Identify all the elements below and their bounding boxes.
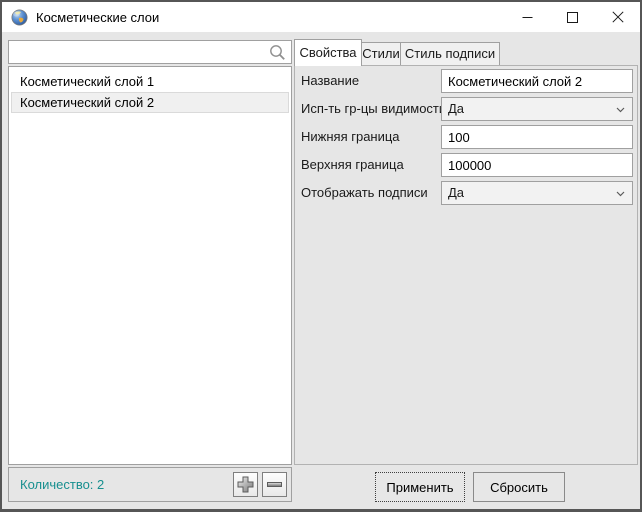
remove-layer-button[interactable] bbox=[262, 472, 287, 497]
show-labels-value: Да bbox=[448, 185, 464, 200]
dialog-window: Косметические слои bbox=[0, 0, 642, 512]
show-labels-label: Отображать подписи bbox=[301, 181, 428, 205]
use-visibility-bounds-select[interactable]: Да bbox=[441, 97, 633, 121]
add-layer-button[interactable] bbox=[233, 472, 258, 497]
name-label: Название bbox=[301, 69, 359, 93]
globe-icon bbox=[11, 9, 28, 26]
close-icon bbox=[612, 11, 624, 23]
close-button[interactable] bbox=[595, 2, 640, 32]
upper-bound-label: Верхняя граница bbox=[301, 153, 404, 177]
list-item-selected[interactable]: Косметический слой 2 bbox=[11, 92, 289, 113]
tab-properties[interactable]: Свойства bbox=[294, 39, 362, 66]
reset-button[interactable]: Сбросить bbox=[473, 472, 565, 502]
window-controls bbox=[505, 2, 640, 32]
search-input[interactable] bbox=[9, 41, 269, 63]
minus-icon bbox=[265, 475, 284, 494]
minimize-icon bbox=[522, 12, 533, 23]
upper-bound-field[interactable] bbox=[441, 153, 633, 177]
chevron-down-icon bbox=[616, 191, 625, 197]
form-row-name: Название bbox=[301, 69, 633, 93]
chevron-down-icon bbox=[616, 107, 625, 113]
list-footer-bar: Количество: 2 bbox=[8, 467, 292, 502]
count-label: Количество: 2 bbox=[20, 477, 104, 492]
show-labels-select[interactable]: Да bbox=[441, 181, 633, 205]
window-title: Косметические слои bbox=[36, 10, 159, 25]
form-row-use-visibility-bounds: Исп-ть гр-цы видимости Да bbox=[301, 97, 633, 121]
maximize-button[interactable] bbox=[550, 2, 595, 32]
tab-label-style[interactable]: Стиль подписи bbox=[400, 42, 500, 66]
lower-bound-label: Нижняя граница bbox=[301, 125, 400, 149]
list-item[interactable]: Косметический слой 1 bbox=[11, 71, 289, 92]
apply-button[interactable]: Применить bbox=[375, 472, 465, 502]
form-row-upper-bound: Верхняя граница bbox=[301, 153, 633, 177]
layer-search-box bbox=[8, 40, 292, 64]
layers-list: Косметический слой 1 Косметический слой … bbox=[8, 66, 292, 465]
minimize-button[interactable] bbox=[505, 2, 550, 32]
use-visibility-bounds-value: Да bbox=[448, 101, 464, 116]
properties-tab-page: Название Исп-ть гр-цы видимости Да Нижня… bbox=[294, 65, 638, 465]
form-row-lower-bound: Нижняя граница bbox=[301, 125, 633, 149]
magnifier-icon bbox=[269, 44, 286, 61]
form-row-show-labels: Отображать подписи Да bbox=[301, 181, 633, 205]
tab-styles[interactable]: Стили bbox=[361, 42, 401, 66]
lower-bound-field[interactable] bbox=[441, 125, 633, 149]
maximize-icon bbox=[567, 12, 578, 23]
name-field[interactable] bbox=[441, 69, 633, 93]
plus-icon bbox=[236, 475, 255, 494]
use-visibility-bounds-label: Исп-ть гр-цы видимости bbox=[301, 97, 446, 121]
title-bar: Косметические слои bbox=[2, 2, 640, 32]
